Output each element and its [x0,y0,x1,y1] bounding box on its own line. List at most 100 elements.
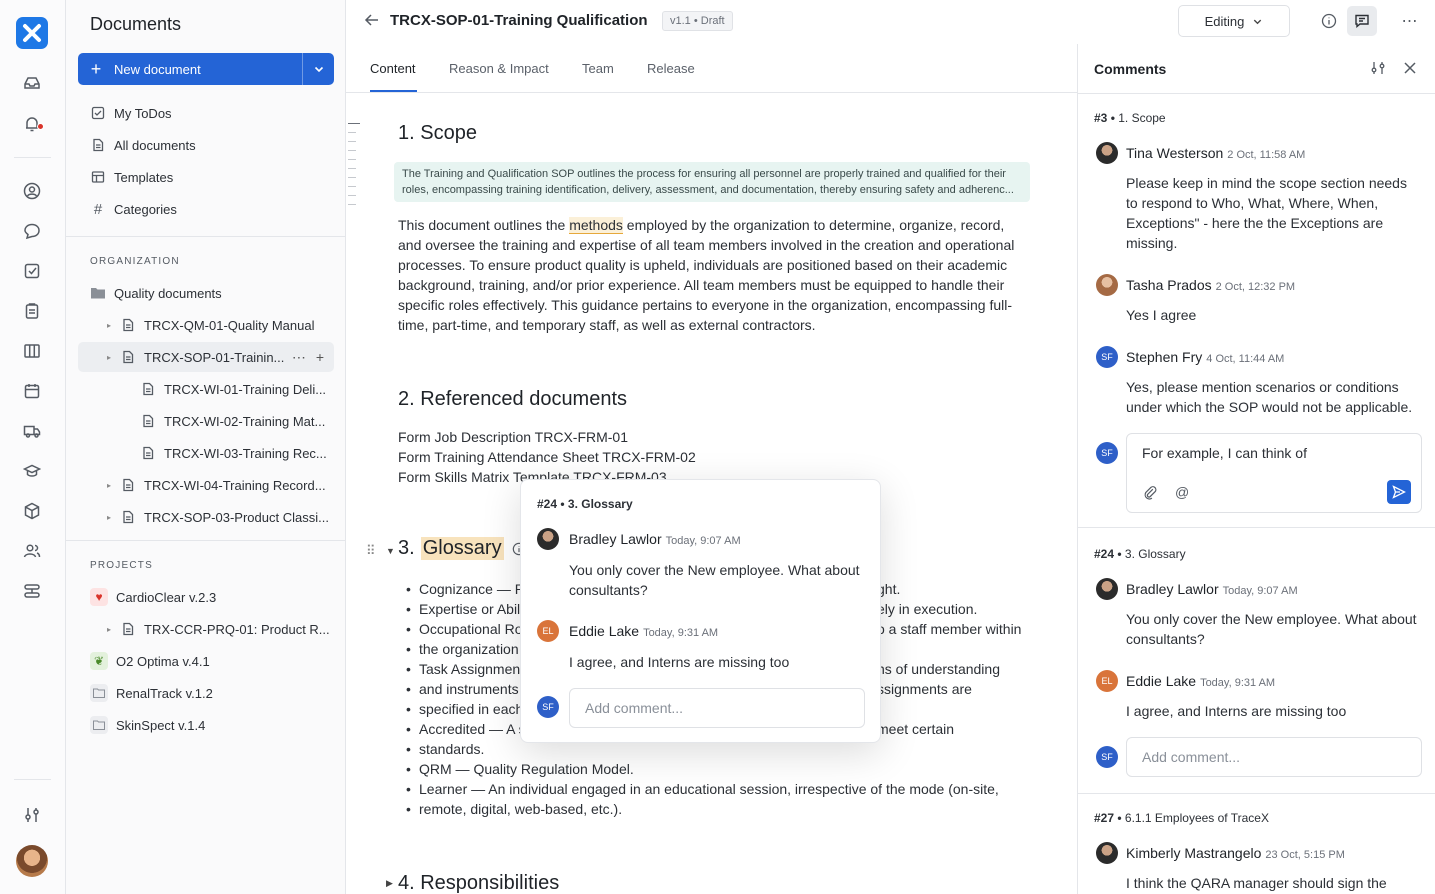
add-icon[interactable]: + [316,349,324,365]
tree-item-sop-03[interactable]: ▸ TRCX-SOP-03-Product Classi... [104,502,334,532]
project-skinspect[interactable]: SkinSpect v.1.4 [90,710,346,740]
reply-input[interactable]: For example, I can think of @ [1126,433,1422,513]
tree-item-label: TRCX-WI-03-Training Rec... [164,445,327,461]
glossary-item-cont: remote, digital, web-based, etc.). [406,799,1029,819]
inbox-icon[interactable] [21,72,43,94]
project-label: SkinSpect v.1.4 [116,717,206,733]
sidebar-item-categories[interactable]: # Categories [90,194,346,224]
thread-header[interactable]: #3 • 1. Scope [1094,111,1166,125]
comment-author: Eddie Lake Today, 9:31 AM [1126,673,1276,689]
sliders-icon[interactable] [21,804,43,826]
tab-team[interactable]: Team [582,61,614,76]
outline-minimap[interactable] [348,123,360,213]
section-heading-references: 2. Referenced documents [398,388,628,410]
tab-reason-impact[interactable]: Reason & Impact [449,61,549,76]
project-renaltrack[interactable]: RenalTrack v.1.2 [90,678,346,708]
collapse-triangle-icon[interactable]: ▼ [386,546,395,556]
thread-header[interactable]: #24 • 3. Glossary [1094,547,1186,561]
filter-icon[interactable] [1370,60,1386,79]
add-comment-input[interactable]: Add comment... [1126,737,1422,777]
info-button[interactable] [1314,6,1344,36]
folder-quality-documents[interactable]: Quality documents [90,278,346,308]
tab-release[interactable]: Release [647,61,695,76]
checkbox-icon[interactable] [21,260,43,282]
rail-divider [14,157,51,158]
document-header: TRCX-SOP-01-Training Qualification v1.1 … [346,0,1435,44]
thread-header[interactable]: #27 • 6.1.1 Employees of TraceX [1094,811,1269,825]
document-icon [120,317,136,333]
comment-body: Please keep in mind the scope section ne… [1126,175,1407,251]
caret-right-icon[interactable]: ▸ [104,321,114,330]
project-item-prq-01[interactable]: ▸ TRX-CCR-PRQ-01: Product R... [104,614,334,644]
app-logo[interactable] [16,17,48,49]
avatar [537,528,559,550]
caret-right-icon[interactable]: ▸ [104,625,114,634]
sidebar-item-label: Categories [114,201,177,217]
workflow-icon[interactable] [21,580,43,602]
folder-label: Quality documents [114,285,222,301]
tree-item-wi-04[interactable]: ▸ TRCX-WI-04-Training Record... [104,470,334,500]
template-icon [90,169,106,185]
chat-icon[interactable] [21,220,43,242]
chevron-down-icon [1254,19,1262,24]
new-document-button[interactable]: + New document [78,53,334,85]
highlighted-word[interactable]: methods [569,217,623,234]
scope-line: and oversee the training and expertise o… [398,237,1015,253]
expand-triangle-icon[interactable]: ▶ [386,878,393,889]
sidebar-title: Documents [90,14,182,34]
more-icon[interactable]: ⋯ [292,349,306,366]
clipboard-icon[interactable] [21,300,43,322]
graduation-cap-icon[interactable] [21,460,43,482]
project-o2-optima[interactable]: ❦ O2 Optima v.4.1 [90,646,346,676]
scope-paragraph[interactable]: This document outlines the methods emplo… [398,215,1028,335]
section-heading-scope: 1. Scope [398,122,477,144]
scope-line: background, training, and/or prior exper… [398,277,1005,293]
tree-item-qm-01[interactable]: ▸ TRCX-QM-01-Quality Manual [104,310,360,340]
mode-select[interactable]: Editing [1178,5,1290,37]
sidebar-item-all-documents[interactable]: All documents [90,130,346,160]
add-comment-input[interactable]: Add comment... [569,688,865,728]
tree-item-wi-03[interactable]: TRCX-WI-03-Training Rec... [140,438,334,468]
more-options-button[interactable]: ⋯ [1395,6,1425,36]
tree-item-sop-01[interactable]: ▸ TRCX-SOP-01-Trainin... ⋯ + [78,342,334,372]
columns-icon[interactable] [21,340,43,362]
hash-icon: # [93,200,103,218]
reply-draft-text[interactable]: For example, I can think of [1142,445,1307,461]
tab-content[interactable]: Content [370,61,416,76]
box-icon[interactable] [21,500,43,522]
caret-right-icon[interactable]: ▸ [104,353,114,362]
new-document-dropdown[interactable] [302,53,334,85]
sidebar-item-my-todos[interactable]: My ToDos [90,98,346,128]
tree-item-wi-02[interactable]: TRCX-WI-02-Training Mat... [140,406,334,436]
users-icon[interactable] [21,540,43,562]
truck-icon[interactable] [21,420,43,442]
caret-right-icon[interactable]: ▸ [104,513,114,522]
document-icon [140,381,156,397]
send-icon [1392,485,1406,499]
tree-item-wi-01[interactable]: TRCX-WI-01-Training Deli... [140,374,334,404]
back-arrow-icon[interactable] [364,12,380,31]
highlighted-heading-word[interactable]: Glossary [420,537,504,560]
calendar-icon[interactable] [21,380,43,402]
tree-item-label: TRCX-SOP-03-Product Classi... [144,509,329,525]
caret-right-icon[interactable]: ▸ [104,481,114,490]
document-icon [120,509,136,525]
mention-icon[interactable]: @ [1175,484,1189,500]
user-circle-icon[interactable] [21,180,43,202]
project-label: CardioClear v.2.3 [116,589,217,605]
glossary-item: Learner — An individual engaged in an ed… [406,779,1029,799]
organization-section-label: ORGANIZATION [90,256,180,267]
comments-toggle-button[interactable] [1347,6,1377,36]
user-avatar[interactable] [16,845,48,877]
sidebar-item-templates[interactable]: Templates [90,162,346,192]
comments-panel-title: Comments [1094,61,1167,77]
drag-handle-icon[interactable]: ⠿ [366,543,376,559]
close-icon[interactable] [1403,61,1417,78]
avatar [1096,842,1118,864]
project-item-label: TRX-CCR-PRQ-01: Product R... [144,621,330,637]
send-button[interactable] [1387,480,1411,504]
paperclip-icon[interactable] [1143,485,1158,503]
project-cardioclear[interactable]: ♥ CardioClear v.2.3 [90,582,346,612]
comment-popover: #24 • 3. Glossary Bradley Lawlor Today, 9… [520,479,881,743]
reference-item: Form Training Attendance Sheet TRCX-FRM-… [398,449,696,465]
